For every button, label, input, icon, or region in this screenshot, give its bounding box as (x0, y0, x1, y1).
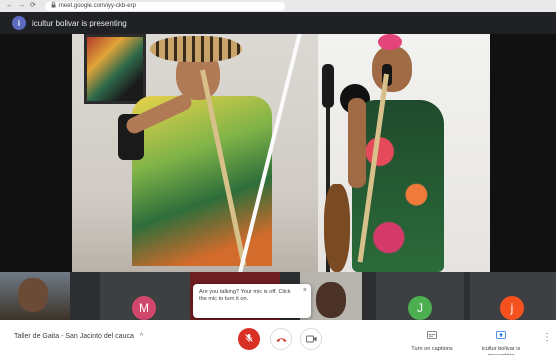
sombrero-vueltiao (150, 36, 242, 62)
studio-mic (322, 64, 334, 108)
browser-toolbar: ← → ⟳ meet.google.com/iyy-ckb-erp (0, 0, 556, 12)
captions-button[interactable]: Turn on captions (402, 326, 462, 353)
captions-label: Turn on captions (411, 346, 453, 352)
meeting-controls-bar: Taller de Gaita - San Jacinto del cauca … (0, 320, 556, 355)
captions-icon (427, 326, 437, 344)
hair-flower (378, 34, 402, 50)
presenter-avatar: i (12, 16, 26, 30)
participant-avatar: J (408, 296, 432, 320)
mic-off-icon (244, 330, 254, 348)
leave-call-button[interactable] (270, 328, 292, 350)
shared-screen (0, 34, 556, 272)
participant-avatar: M (132, 296, 156, 320)
presenter-text: icultur bolivar is presenting (32, 18, 127, 28)
reload-icon[interactable]: ⟳ (30, 0, 36, 12)
present-screen-icon (496, 326, 506, 344)
meet-window: ← → ⟳ meet.google.com/iyy-ckb-erp i icul… (0, 0, 556, 355)
meeting-details-button[interactable]: Taller de Gaita - San Jacinto del cauca … (14, 333, 143, 340)
participant-avatar: j (500, 296, 524, 320)
lock-icon (51, 2, 56, 10)
camera-icon (305, 330, 317, 348)
participant-tile[interactable]: j (470, 272, 556, 320)
performer-head (372, 46, 412, 92)
wall-painting (84, 34, 146, 104)
participant-face (18, 278, 48, 312)
mic-toggle-button[interactable] (238, 328, 260, 350)
presenting-button[interactable]: icultur bolivar is presenting (470, 326, 532, 355)
hang-up-icon (276, 330, 287, 348)
tooltip-text: Are you talking? Your mic is off. Click … (199, 289, 291, 303)
chevron-up-icon: ^ (139, 333, 144, 340)
url-text: meet.google.com/iyy-ckb-erp (58, 3, 136, 9)
participant-tile[interactable]: M (100, 272, 190, 320)
presenting-label: icultur bolivar is presenting (481, 346, 521, 355)
participant-tile[interactable] (0, 272, 70, 320)
camera-toggle-button[interactable] (300, 328, 322, 350)
meeting-title: Taller de Gaita - San Jacinto del cauca (14, 333, 134, 340)
presenter-bar: i icultur bolivar is presenting (0, 12, 556, 34)
more-options-icon[interactable]: ⋮ (542, 332, 552, 343)
performer-arm (348, 98, 366, 188)
participant-tile[interactable]: J (376, 272, 464, 320)
guitar (324, 184, 350, 272)
close-icon[interactable]: × (303, 287, 307, 294)
forward-icon[interactable]: → (18, 0, 25, 12)
left-performer-video (72, 34, 318, 272)
mic-off-tooltip: Are you talking? Your mic is off. Click … (193, 284, 311, 318)
address-bar[interactable]: meet.google.com/iyy-ckb-erp (44, 1, 285, 11)
participant-face (316, 282, 346, 318)
back-icon[interactable]: ← (6, 0, 13, 12)
right-performer-video (318, 34, 490, 272)
